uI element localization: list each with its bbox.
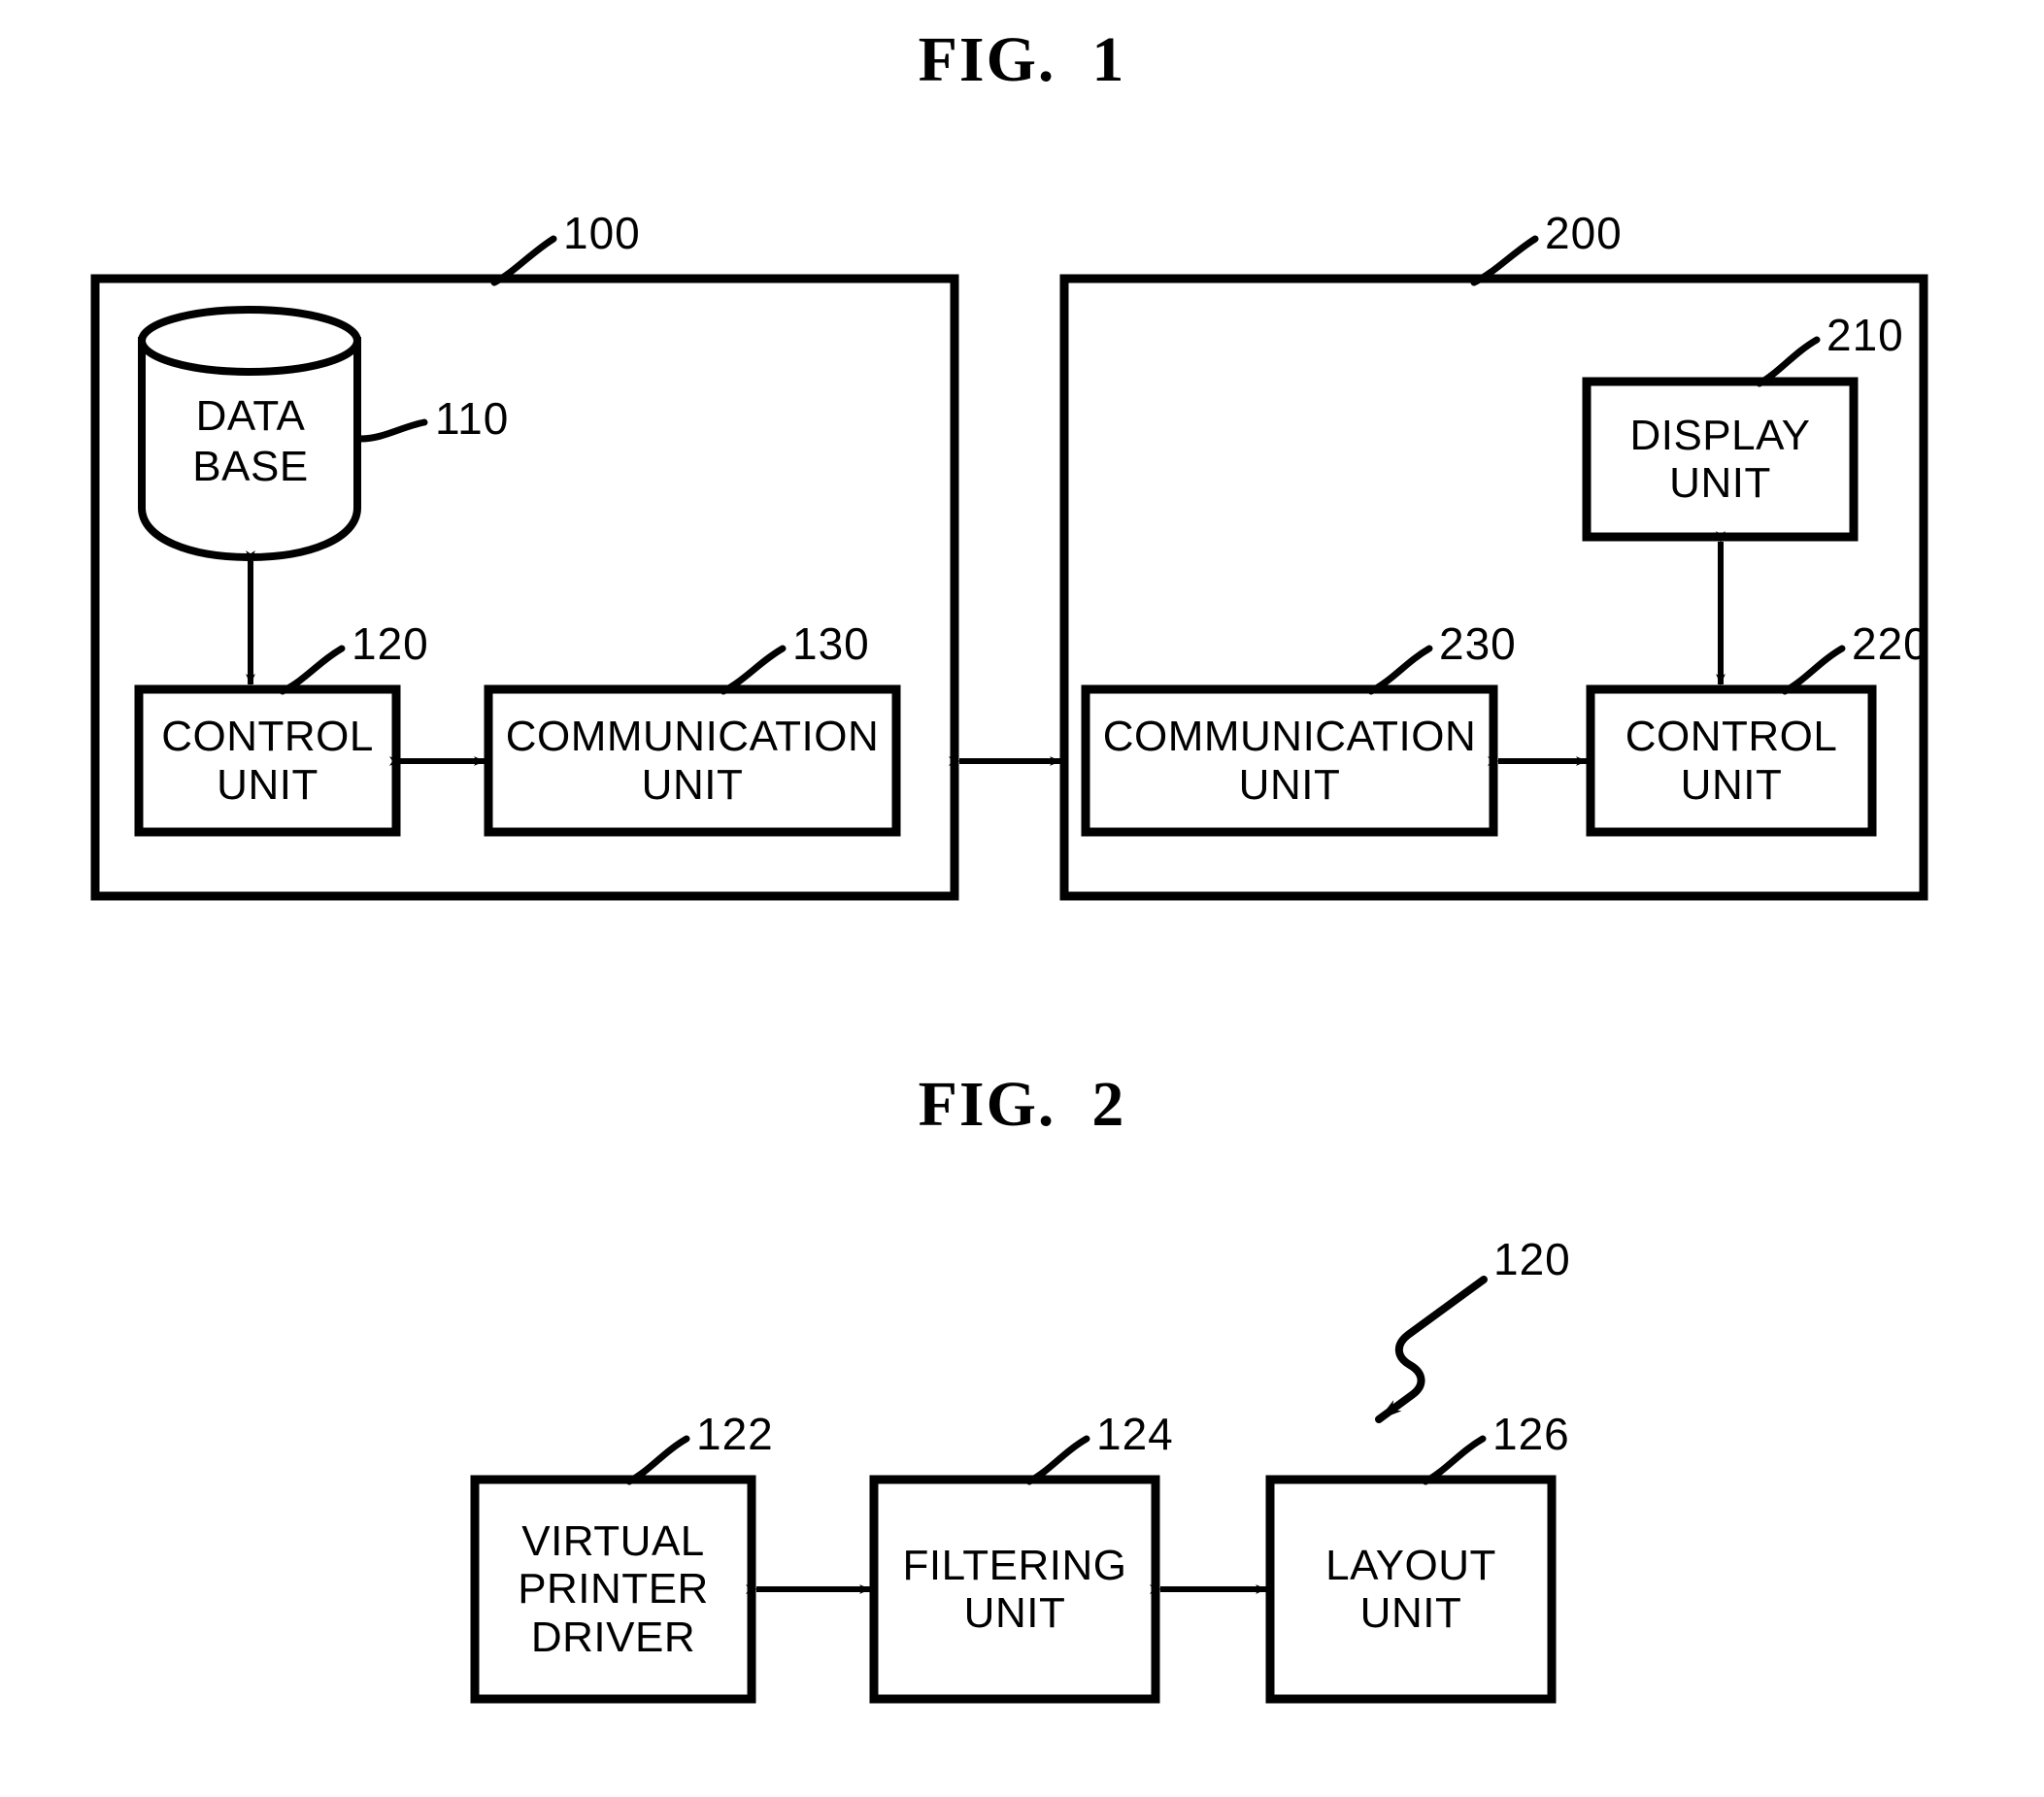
- ref-number-210: 210: [1826, 310, 1904, 360]
- ref-number-230: 230: [1439, 618, 1517, 669]
- ref-number-130: 130: [792, 618, 870, 669]
- control-unit-100-box: [134, 684, 401, 837]
- communication-unit-200-box: [1081, 684, 1498, 837]
- filtering-unit-box: [869, 1475, 1160, 1704]
- ref-number-120-fig2: 120: [1493, 1234, 1571, 1284]
- leader-line-120: [279, 645, 346, 695]
- leader-line-122: [625, 1435, 690, 1485]
- leader-line-210: [1756, 336, 1821, 387]
- patent-figure-sheet: FIG. 1 FIG. 2 100 DATA BASE 110 CONTROL …: [0, 0, 2044, 1797]
- leader-line-110: [356, 418, 428, 443]
- ref-number-122: 122: [696, 1409, 774, 1459]
- display-unit-box: [1582, 377, 1859, 542]
- ref-number-126: 126: [1492, 1409, 1570, 1459]
- virtual-printer-driver-box: [470, 1475, 756, 1704]
- leader-line-230: [1367, 645, 1433, 695]
- control-unit-200-box: [1586, 684, 1877, 837]
- figure-vector-layer: [90, 235, 1928, 1704]
- leader-arrow-120-fig2: [1375, 1276, 1488, 1423]
- layout-unit-box: [1265, 1475, 1557, 1704]
- leader-line-124: [1025, 1435, 1090, 1485]
- ref-number-124: 124: [1096, 1409, 1174, 1459]
- leader-line-130: [720, 645, 787, 695]
- ref-number-200: 200: [1545, 208, 1623, 258]
- ref-number-220: 220: [1852, 618, 1929, 669]
- ref-number-110: 110: [435, 393, 510, 444]
- ref-number-100: 100: [563, 208, 641, 258]
- database-cylinder-top: [138, 306, 361, 376]
- leader-line-220: [1781, 645, 1846, 695]
- ref-number-120: 120: [352, 618, 429, 669]
- communication-unit-100-box: [484, 684, 901, 837]
- leader-line-126: [1422, 1435, 1487, 1485]
